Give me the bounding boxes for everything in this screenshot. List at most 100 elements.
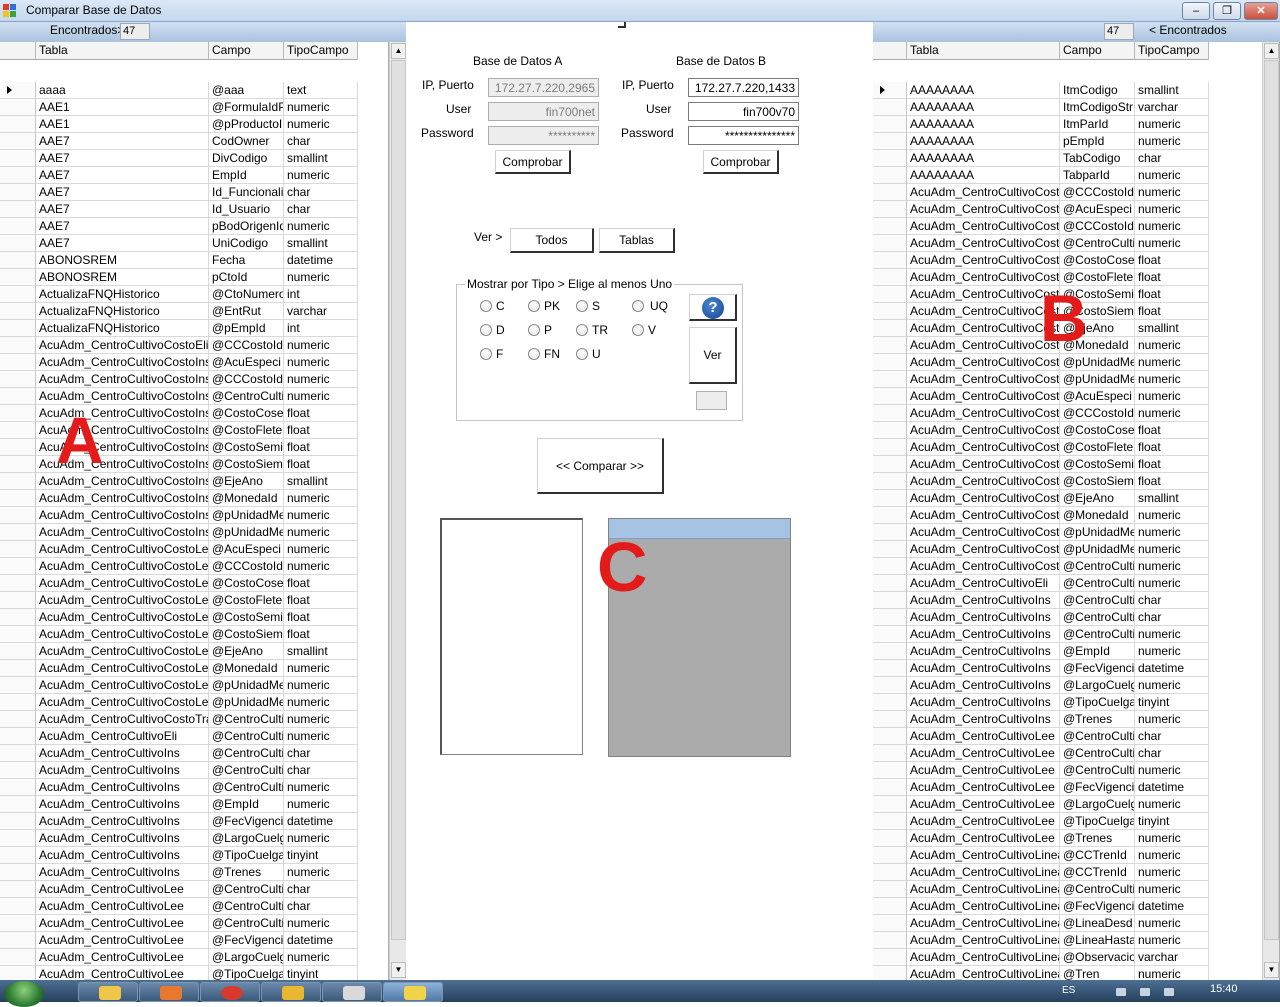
row-selector[interactable] (0, 966, 36, 980)
cell-campo[interactable]: @CCTrenId (1060, 864, 1135, 881)
cell-tabla[interactable]: AAE7 (36, 235, 209, 252)
row-selector[interactable] (0, 524, 36, 541)
table-row[interactable]: AcuAdm_CentroCultivoCost @CCCostoId numeri… (873, 218, 1209, 235)
cell-campo[interactable]: @AcuEspeci (209, 354, 284, 371)
row-selector[interactable] (0, 881, 36, 898)
view-all-button[interactable]: Todos (510, 228, 594, 253)
cell-tabla[interactable]: AcuAdm_CentroCultivoLee (907, 745, 1060, 762)
row-selector[interactable] (0, 422, 36, 439)
cell-campo[interactable]: @pProductoI (209, 116, 284, 133)
row-selector[interactable] (0, 677, 36, 694)
cell-campo[interactable]: @CCCostoId (1060, 218, 1135, 235)
cell-tipocampo[interactable]: int (284, 320, 358, 337)
table-row[interactable]: AcuAdm_CentroCultivoLinea @LineaHasta nume… (873, 932, 1209, 949)
table-row[interactable]: AcuAdm_CentroCultivoIns @CentroCulti numer… (0, 779, 358, 796)
table-row[interactable]: AcuAdm_CentroCultivoIns @CentroCulti char (0, 745, 358, 762)
cell-campo[interactable]: @CentroCulti (209, 728, 284, 745)
cell-tabla[interactable]: AcuAdm_CentroCultivoCost (907, 201, 1060, 218)
row-selector[interactable] (873, 354, 907, 371)
cell-campo[interactable]: @CCCostoId (1060, 405, 1135, 422)
cell-campo[interactable]: ItmCodigoStr (1060, 99, 1135, 116)
row-selector[interactable] (873, 915, 907, 932)
cell-campo[interactable]: @FecVigenci (1060, 779, 1135, 796)
cell-campo[interactable]: @AcuEspeci (1060, 388, 1135, 405)
row-selector[interactable] (0, 456, 36, 473)
cell-campo[interactable]: @Trenes (1060, 830, 1135, 847)
type-view-button[interactable]: Ver (689, 327, 737, 384)
table-row[interactable]: AcuAdm_CentroCultivoIns @LargoCuelg numeri… (0, 830, 358, 847)
differences-list[interactable] (440, 518, 583, 755)
cell-tipocampo[interactable]: float (284, 592, 358, 609)
row-selector[interactable] (0, 337, 36, 354)
cell-tipocampo[interactable]: numeric (284, 167, 358, 184)
view-tables-button[interactable]: Tablas (599, 228, 675, 253)
row-selector[interactable] (0, 932, 36, 949)
cell-tabla[interactable]: AcuAdm_CentroCultivoLee (36, 915, 209, 932)
cell-tipocampo[interactable]: numeric (284, 524, 358, 541)
cell-tipocampo[interactable]: float (1135, 269, 1209, 286)
restore-button[interactable]: ❐ (1213, 2, 1241, 20)
table-row[interactable]: AcuAdm_CentroCultivoLinea @CCTrenId numeri… (873, 864, 1209, 881)
cell-campo[interactable]: @EmpId (1060, 643, 1135, 660)
row-selector[interactable] (873, 728, 907, 745)
cell-tabla[interactable]: AcuAdm_CentroCultivoLee (907, 728, 1060, 745)
cell-tipocampo[interactable]: numeric (1135, 762, 1209, 779)
row-selector[interactable] (0, 201, 36, 218)
cell-tipocampo[interactable]: float (1135, 252, 1209, 269)
table-row[interactable]: AcuAdm_CentroCultivoLinea @CentroCulti num… (873, 881, 1209, 898)
row-selector[interactable] (0, 898, 36, 915)
table-row[interactable]: AcuAdm_CentroCultivoCostoLee @pUnidadMe nu… (0, 677, 358, 694)
table-row[interactable]: AcuAdm_CentroCultivoEli @CentroCulti numer… (0, 728, 358, 745)
cell-campo[interactable]: @CentroCulti (209, 881, 284, 898)
cell-campo[interactable]: @CentroCulti (1060, 592, 1135, 609)
cell-tipocampo[interactable]: smallint (284, 150, 358, 167)
row-selector[interactable] (873, 150, 907, 167)
cell-tipocampo[interactable]: numeric (1135, 524, 1209, 541)
table-row[interactable]: AAE7 pBodOrigenId numeric (0, 218, 358, 235)
cell-campo[interactable]: @TipoCuelga (1060, 694, 1135, 711)
cell-tipocampo[interactable]: float (284, 405, 358, 422)
row-selector[interactable] (873, 473, 907, 490)
row-selector[interactable] (873, 949, 907, 966)
cell-campo[interactable]: @CostoSiem (209, 626, 284, 643)
cell-tipocampo[interactable]: float (1135, 456, 1209, 473)
cell-tabla[interactable]: AcuAdm_CentroCultivoCostoLee (36, 609, 209, 626)
cell-tabla[interactable]: AAAAAAAA (907, 167, 1060, 184)
table-row[interactable]: AcuAdm_CentroCultivoLee @CentroCulti numer… (0, 915, 358, 932)
cell-campo[interactable]: @CCCostoId (209, 371, 284, 388)
row-selector[interactable] (0, 643, 36, 660)
cell-tipocampo[interactable]: numeric (284, 660, 358, 677)
cell-tabla[interactable]: AcuAdm_CentroCultivoLee (36, 881, 209, 898)
cell-campo[interactable]: @pUnidadMe (1060, 524, 1135, 541)
row-selector[interactable] (873, 490, 907, 507)
cell-tabla[interactable]: AcuAdm_CentroCultivoCostoLee (36, 626, 209, 643)
left-scroll-down-button[interactable]: ▼ (391, 962, 406, 978)
row-selector[interactable] (0, 847, 36, 864)
cell-tabla[interactable]: AcuAdm_CentroCultivoLinea (907, 932, 1060, 949)
row-selector[interactable] (0, 915, 36, 932)
cell-tabla[interactable]: AAE7 (36, 201, 209, 218)
table-row[interactable]: AcuAdm_CentroCultivoCostoLee @pUnidadMe nu… (0, 694, 358, 711)
table-row[interactable]: AcuAdm_CentroCultivoLee @FecVigenci dateti… (873, 779, 1209, 796)
db-a-check-button[interactable]: Comprobar (495, 150, 571, 174)
cell-tipocampo[interactable]: tinyint (1135, 694, 1209, 711)
cell-tipocampo[interactable]: float (284, 575, 358, 592)
cell-tabla[interactable]: AAE7 (36, 150, 209, 167)
right-header-tabla[interactable]: Tabla (907, 42, 1060, 60)
cell-tabla[interactable]: AcuAdm_CentroCultivoCostoLee (36, 660, 209, 677)
table-row[interactable]: AcuAdm_CentroCultivoCostoLee @MonedaId num… (0, 660, 358, 677)
row-selector[interactable] (0, 949, 36, 966)
cell-tipocampo[interactable]: char (284, 881, 358, 898)
db-a-password-input[interactable] (488, 126, 599, 145)
table-row[interactable]: AcuAdm_CentroCultivoCost @pUnidadMe numeri… (873, 371, 1209, 388)
cell-campo[interactable]: @EjeAno (1060, 490, 1135, 507)
cell-campo[interactable]: @MonedaId (1060, 507, 1135, 524)
row-selector[interactable] (873, 235, 907, 252)
row-selector[interactable] (0, 235, 36, 252)
cell-campo[interactable]: @FecVigenci (209, 813, 284, 830)
cell-campo[interactable]: @CentroCulti (1060, 728, 1135, 745)
cell-campo[interactable]: @Trenes (209, 864, 284, 881)
cell-tipocampo[interactable]: numeric (284, 949, 358, 966)
row-selector[interactable] (0, 252, 36, 269)
cell-campo[interactable]: @pUnidadMe (209, 524, 284, 541)
